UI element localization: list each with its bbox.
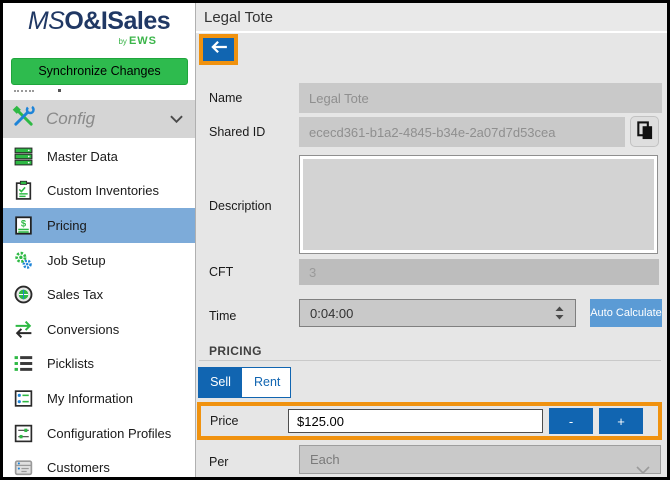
config-section-header[interactable]: Config: [3, 100, 195, 138]
screenshot-frame: MSO&ISales by EWS Synchronize Changes Con…: [0, 0, 670, 480]
name-label: Name: [209, 91, 243, 105]
app-logo: MSO&ISales by EWS: [3, 3, 195, 47]
sidebar-item-picklists[interactable]: Picklists: [3, 347, 195, 382]
sidebar-item-label: Pricing: [47, 217, 87, 233]
sidebar-item-sales-tax[interactable]: Sales Tax: [3, 277, 195, 312]
sidebar-item-master-data[interactable]: Master Data: [3, 139, 195, 174]
cft-label: CFT: [209, 265, 234, 279]
sidebar-item-pricing[interactable]: $ Pricing: [3, 208, 195, 243]
clipped-list-item: [14, 88, 34, 92]
sidebar-nav: Master Data Custom Inventories $ Pricing…: [3, 139, 195, 477]
sell-rent-tabs: Sell Rent: [198, 367, 292, 398]
customer-card-icon: [13, 457, 34, 477]
sidebar-item-label: My Information: [47, 390, 133, 406]
back-button-annotation: [199, 34, 238, 65]
coin-icon: [13, 284, 34, 305]
cft-input[interactable]: [299, 259, 659, 285]
logo-subtitle: by EWS: [3, 36, 195, 47]
sidebar-item-label: Job Setup: [47, 252, 106, 268]
price-label: Price: [210, 414, 239, 428]
gears-icon: [13, 250, 34, 271]
sidebar-item-label: Master Data: [47, 148, 118, 164]
bullet-list-icon: [13, 353, 34, 374]
logo-brand: EWS: [128, 35, 157, 47]
clipped-list-dot: [58, 89, 61, 92]
tools-icon: [11, 104, 36, 134]
config-section-label: Config: [46, 109, 96, 128]
logo-text: MSO&ISales: [3, 9, 195, 34]
copy-button[interactable]: [630, 116, 659, 147]
shared-id-label: Shared ID: [209, 125, 266, 139]
tab-rent[interactable]: Rent: [244, 368, 291, 397]
spinner-arrows-icon: [554, 306, 565, 324]
auto-calculate-button[interactable]: Auto Calculate: [590, 299, 662, 327]
sidebar-item-configuration-profiles[interactable]: Configuration Profiles: [3, 416, 195, 451]
server-stack-icon: [13, 146, 34, 167]
time-label: Time: [209, 309, 237, 323]
price-decrement-button[interactable]: -: [549, 408, 593, 434]
logo-ms: MS: [27, 7, 65, 35]
per-dropdown[interactable]: Each: [299, 445, 661, 477]
sidebar-item-job-setup[interactable]: Job Setup: [3, 243, 195, 278]
logo-rest: O&ISales: [64, 7, 171, 35]
chevron-down-icon[interactable]: [170, 110, 183, 128]
sidebar-item-label: Conversions: [47, 321, 120, 337]
sliders-icon: [13, 423, 34, 444]
page-title: Legal Tote: [196, 3, 667, 33]
chevron-down-icon: [636, 456, 650, 477]
sidebar-item-label: Custom Inventories: [47, 183, 159, 199]
shared-id-input[interactable]: [299, 117, 625, 147]
price-ledger-icon: $: [13, 215, 34, 236]
sidebar-item-conversions[interactable]: Conversions: [3, 312, 195, 347]
sidebar-item-label: Configuration Profiles: [47, 425, 172, 441]
back-button[interactable]: [203, 38, 234, 61]
sidebar-item-my-information[interactable]: My Information: [3, 381, 195, 416]
price-input[interactable]: [288, 409, 543, 433]
pricing-section-title: PRICING: [209, 344, 262, 358]
clipboard-icon: [13, 180, 34, 201]
per-label: Per: [209, 455, 229, 469]
logo-by: by: [118, 37, 127, 46]
price-increment-button[interactable]: +: [599, 408, 643, 434]
sidebar-item-customers[interactable]: Customers: [3, 450, 195, 477]
svg-text:$: $: [21, 219, 27, 230]
sidebar-item-label: Sales Tax: [47, 287, 104, 303]
main-panel: Legal Tote Name Shared ID Description CF…: [196, 3, 667, 477]
description-label: Description: [209, 199, 272, 213]
app-window: MSO&ISales by EWS Synchronize Changes Con…: [3, 3, 667, 477]
pricing-section-divider: [199, 360, 661, 361]
swap-arrows-icon: [13, 319, 34, 340]
copy-icon: [635, 120, 654, 144]
sidebar-item-custom-inventories[interactable]: Custom Inventories: [3, 174, 195, 209]
sidebar-item-label: Picklists: [47, 356, 94, 372]
sidebar-item-label: Customers: [47, 460, 110, 476]
tab-sell[interactable]: Sell: [199, 368, 242, 397]
arrow-left-icon: [210, 40, 228, 59]
name-input[interactable]: [299, 83, 662, 113]
time-input[interactable]: [299, 299, 576, 327]
description-textarea[interactable]: [299, 155, 658, 254]
per-dropdown-value: Each: [310, 452, 340, 467]
info-card-icon: [13, 388, 34, 409]
time-spinner[interactable]: [554, 306, 568, 320]
sidebar: MSO&ISales by EWS Synchronize Changes Con…: [3, 3, 196, 477]
synchronize-changes-button[interactable]: Synchronize Changes: [11, 58, 188, 85]
price-row-annotation: Price - +: [197, 402, 662, 440]
